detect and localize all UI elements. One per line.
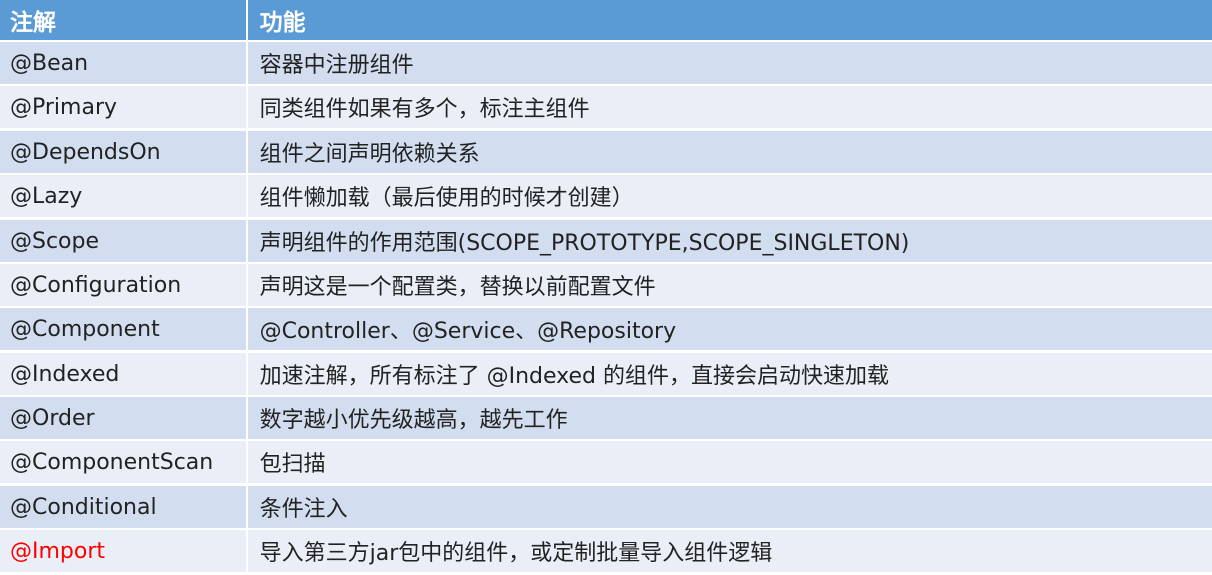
table-row: @DependsOn 组件之间声明依赖关系 [0, 131, 1212, 173]
function-cell: 同类组件如果有多个，标注主组件 [247, 86, 1212, 128]
annotation-cell: @Component [0, 308, 246, 350]
table-row: @Bean 容器中注册组件 [0, 42, 1212, 84]
annotation-cell: @Order [0, 397, 246, 439]
function-cell: 声明这是一个配置类，替换以前配置文件 [247, 264, 1212, 306]
annotation-cell: @Configuration [0, 264, 246, 306]
annotation-cell: @Scope [0, 220, 246, 262]
table-row: @Conditional 条件注入 [0, 486, 1212, 528]
function-cell: 条件注入 [247, 486, 1212, 528]
header-annotation: 注解 [0, 0, 246, 40]
table-row: @Component @Controller、@Service、@Reposit… [0, 308, 1212, 350]
function-cell: 加速注解，所有标注了 @Indexed 的组件，直接会启动快速加载 [247, 353, 1212, 395]
function-cell: 导入第三方jar包中的组件，或定制批量导入组件逻辑 [247, 530, 1212, 572]
annotation-cell: @Conditional [0, 486, 246, 528]
table-row: @Primary 同类组件如果有多个，标注主组件 [0, 86, 1212, 128]
function-cell: 组件懒加载（最后使用的时候才创建） [247, 175, 1212, 217]
annotation-cell: @ComponentScan [0, 441, 246, 483]
table-row: @Scope 声明组件的作用范围(SCOPE_PROTOTYPE,SCOPE_S… [0, 220, 1212, 262]
table-header: 注解 功能 [0, 0, 1212, 40]
annotation-table: 注解 功能 @Bean 容器中注册组件 @Primary 同类组件如果有多个，标… [0, 0, 1212, 575]
function-cell: 容器中注册组件 [247, 42, 1212, 84]
table-row: @Configuration 声明这是一个配置类，替换以前配置文件 [0, 264, 1212, 306]
annotation-cell: @DependsOn [0, 131, 246, 173]
function-cell: @Controller、@Service、@Repository [247, 308, 1212, 350]
table-row: @Lazy 组件懒加载（最后使用的时候才创建） [0, 175, 1212, 217]
annotation-cell: @Indexed [0, 353, 246, 395]
function-cell: 数字越小优先级越高，越先工作 [247, 397, 1212, 439]
annotation-cell: @Primary [0, 86, 246, 128]
table-row: @Import 导入第三方jar包中的组件，或定制批量导入组件逻辑 [0, 530, 1212, 572]
table-row: @Order 数字越小优先级越高，越先工作 [0, 397, 1212, 439]
annotation-cell-highlighted: @Import [0, 530, 246, 572]
function-cell: 包扫描 [247, 441, 1212, 483]
table-row: @ComponentScan 包扫描 [0, 441, 1212, 483]
function-cell: 声明组件的作用范围(SCOPE_PROTOTYPE,SCOPE_SINGLETO… [247, 220, 1212, 262]
function-cell: 组件之间声明依赖关系 [247, 131, 1212, 173]
table-row: @Indexed 加速注解，所有标注了 @Indexed 的组件，直接会启动快速… [0, 353, 1212, 395]
header-function: 功能 [247, 0, 1212, 40]
annotation-cell: @Bean [0, 42, 246, 84]
annotation-cell: @Lazy [0, 175, 246, 217]
